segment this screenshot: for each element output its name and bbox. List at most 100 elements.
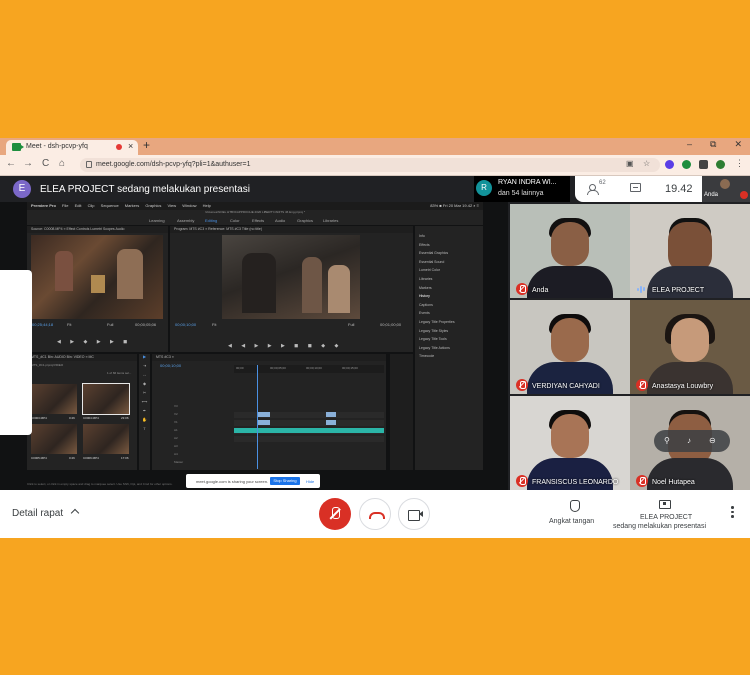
pin-icon[interactable]: ⚲ bbox=[664, 436, 670, 445]
reload-icon[interactable]: C bbox=[42, 158, 49, 169]
video-clip[interactable] bbox=[326, 420, 336, 425]
camera-indicator-icon[interactable]: ▣ bbox=[626, 159, 634, 168]
effects-item: Libraries bbox=[419, 276, 433, 281]
participant-name: Anastasya Louwbry bbox=[652, 383, 714, 390]
presentation-icon[interactable] bbox=[659, 500, 671, 509]
rolling-edit-tool-icon: ◆ bbox=[142, 381, 147, 386]
project-panel: MTS_#C1 Bin: AUDIO Bin: VIDEO ≡ MC MTS_#… bbox=[27, 354, 137, 470]
recording-dot-icon bbox=[116, 144, 122, 150]
hand-tool-icon: ✋ bbox=[142, 417, 147, 422]
project-count: 1 of 66 items sel... bbox=[107, 371, 132, 375]
clip-thumbnail[interactable] bbox=[31, 384, 77, 414]
shared-screen: Premiere Pro File Edit Clip Sequence Mar… bbox=[0, 202, 508, 490]
chat-icon[interactable] bbox=[630, 183, 641, 192]
browser-tab[interactable]: Meet - dsh-pcvp-yfq × bbox=[6, 140, 138, 155]
address-bar[interactable]: meet.google.com/dsh-pcvp-yfq?pli=1&authu… bbox=[80, 158, 660, 172]
timeline-timecode: 00;00;10;00 bbox=[160, 363, 182, 368]
participant-name: Noel Hutapea bbox=[652, 479, 695, 486]
tab-close-icon[interactable]: × bbox=[128, 141, 133, 151]
effects-item: Info bbox=[419, 234, 425, 238]
source-video-frame bbox=[31, 235, 163, 319]
remove-icon[interactable]: ⊖ bbox=[709, 436, 716, 445]
pen-tool-icon: ✒ bbox=[142, 408, 147, 413]
new-tab-button[interactable]: + bbox=[143, 138, 150, 152]
forward-icon[interactable]: → bbox=[23, 158, 33, 169]
people-icon[interactable] bbox=[587, 184, 599, 195]
mic-off-icon bbox=[636, 379, 648, 391]
self-face bbox=[720, 179, 730, 189]
owner-avatar: R bbox=[476, 180, 492, 196]
source-fit: Fit bbox=[67, 322, 72, 327]
more-options-icon[interactable] bbox=[731, 506, 734, 520]
meeting-clock: 19.42 bbox=[665, 183, 693, 195]
ripple-edit-tool-icon: ↔ bbox=[142, 372, 147, 377]
effects-item: Timecode bbox=[419, 354, 435, 359]
presenter-status-label[interactable]: sedang melakukan presentasi bbox=[613, 523, 706, 530]
stop-sharing-button[interactable]: Stop Sharing bbox=[270, 477, 300, 485]
back-icon[interactable]: ← bbox=[6, 158, 16, 169]
mic-off-icon bbox=[516, 283, 528, 295]
video-clip[interactable] bbox=[258, 412, 270, 417]
puzzle-icon[interactable] bbox=[699, 160, 708, 169]
microphone-off-button[interactable] bbox=[319, 498, 351, 530]
self-view-mini[interactable]: Anda bbox=[702, 176, 750, 202]
lock-icon bbox=[86, 161, 92, 168]
bookmark-star-icon[interactable]: ☆ bbox=[643, 159, 650, 168]
participant-tile[interactable]: Anda bbox=[510, 204, 630, 298]
extension-icon[interactable] bbox=[682, 160, 691, 169]
mic-off-icon bbox=[516, 475, 528, 487]
effects-item: Legacy Title Actions bbox=[419, 345, 450, 350]
top-right-panel: 62 19.42 bbox=[575, 176, 702, 202]
raise-hand-icon[interactable] bbox=[570, 500, 580, 512]
raise-hand-label[interactable]: Angkat tangan bbox=[549, 518, 594, 525]
participant-tile[interactable]: FRANSISCUS LEONARDO bbox=[510, 396, 630, 490]
ruler-label: 00;00;05;00 bbox=[270, 366, 286, 370]
menu-item: Markers bbox=[124, 203, 140, 208]
workspace-tab: Graphics bbox=[297, 218, 314, 223]
browser-window: Meet - dsh-pcvp-yfq × + – ⧉ ✕ ← → C ⌂ me… bbox=[0, 138, 750, 538]
program-panel-title: Program: MTS #C3 ≡ Reference: MTS #C3 Ti… bbox=[170, 226, 413, 233]
presenter-banner: ELEA PROJECT sedang melakukan presentasi bbox=[40, 184, 250, 195]
mute-icon[interactable]: ♪ bbox=[687, 436, 691, 445]
tab-title: Meet - dsh-pcvp-yfq bbox=[26, 143, 88, 150]
browser-menu-icon[interactable]: ⋮ bbox=[735, 158, 744, 169]
effects-item: Essential Graphics bbox=[419, 251, 449, 256]
leave-call-button[interactable] bbox=[359, 498, 391, 530]
source-full: Full bbox=[107, 322, 114, 327]
tab-strip: Meet - dsh-pcvp-yfq × + – ⧉ ✕ bbox=[0, 138, 750, 155]
timeline-playhead[interactable] bbox=[257, 365, 258, 469]
participant-tile[interactable]: ELEA PROJECT bbox=[630, 204, 750, 298]
presenter-name-label[interactable]: ELEA PROJECT bbox=[640, 514, 692, 521]
chevron-up-icon[interactable] bbox=[70, 508, 80, 518]
menu-item: Premiere Pro bbox=[31, 203, 56, 208]
program-monitor: Program: MTS #C3 ≡ Reference: MTS #C3 Ti… bbox=[170, 226, 413, 352]
effects-item: Essential Sound bbox=[419, 259, 445, 264]
profile-avatar-icon[interactable] bbox=[716, 160, 725, 169]
mic-off-icon bbox=[740, 191, 748, 199]
extension-icon[interactable] bbox=[665, 160, 674, 169]
home-icon[interactable]: ⌂ bbox=[59, 158, 65, 169]
camera-button[interactable] bbox=[398, 498, 430, 530]
clip-thumbnail[interactable] bbox=[31, 424, 77, 454]
video-clip[interactable] bbox=[258, 420, 270, 425]
clip-thumbnail[interactable] bbox=[83, 424, 129, 454]
participant-tile[interactable]: VERDIYAN CAHYADI bbox=[510, 300, 630, 394]
maximize-button[interactable]: ⧉ bbox=[710, 139, 716, 150]
clip-name: C0004.MP4 bbox=[83, 416, 99, 420]
participant-name: FRANSISCUS LEONARDO bbox=[532, 479, 619, 486]
clip-duration: 17:06 bbox=[121, 456, 129, 460]
close-window-button[interactable]: ✕ bbox=[734, 139, 742, 150]
participant-tile[interactable]: Anastasya Louwbry bbox=[630, 300, 750, 394]
effects-panel-list: Info Effects Essential Graphics Essentia… bbox=[415, 226, 483, 470]
hide-button[interactable]: Hide bbox=[306, 479, 314, 484]
project-path: MTS_#C1.prproj/VIDEO bbox=[31, 363, 64, 367]
ruler-label: 00;00 bbox=[236, 366, 244, 370]
mic-off-icon bbox=[516, 379, 528, 391]
clip-thumbnail[interactable] bbox=[82, 383, 130, 415]
meeting-details-button[interactable]: Detail rapat bbox=[12, 508, 63, 519]
video-clip[interactable] bbox=[326, 412, 336, 417]
track-label: V2 bbox=[174, 412, 178, 416]
minimize-button[interactable]: – bbox=[687, 139, 692, 150]
clip-name: C0003.MP4 bbox=[31, 416, 47, 420]
menu-item: Clip bbox=[87, 203, 95, 208]
